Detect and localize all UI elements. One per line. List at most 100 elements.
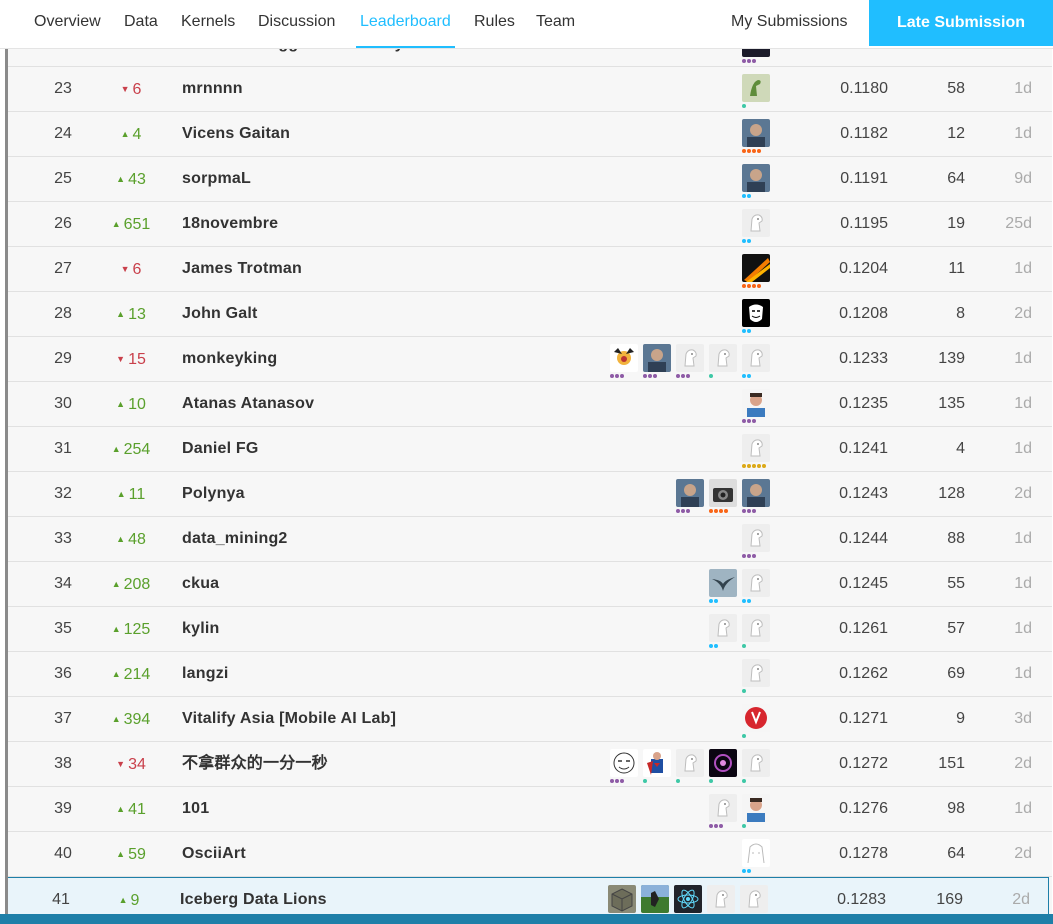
table-row[interactable]: 38 ▼ 34 不拿群众的一分一秒 0.1272 151 2d [8,742,1052,787]
superman-avatar-icon[interactable] [643,749,671,777]
team-name[interactable]: Vicens Gaitan [182,112,290,156]
team-name[interactable]: kylin [182,607,219,651]
camera-avatar-icon[interactable] [709,479,737,507]
bird-flight-avatar-icon[interactable] [709,569,737,597]
entries-cell: 169 [936,891,963,908]
team-name[interactable]: langzi [182,652,229,696]
fire-avatar-icon[interactable] [742,254,770,282]
table-row[interactable]: 32 ▲ 11 Polynya 0.1243 128 2d [8,472,1052,517]
react-avatar-icon[interactable] [674,885,702,913]
sketch-avatar-icon[interactable] [742,839,770,867]
team-name[interactable]: 18novembre [182,202,278,246]
default-avatar-icon[interactable] [742,524,770,552]
photo-avatar-icon[interactable] [742,119,770,147]
default-avatar-icon[interactable] [742,614,770,642]
tab-leaderboard[interactable]: Leaderboard [356,0,455,48]
my-team-row[interactable]: 41 ▲ 9 Iceberg Data Lions 0.1283 169 2d [8,877,1049,914]
default-avatar-icon[interactable] [676,749,704,777]
photo-avatar-icon[interactable] [676,479,704,507]
tab-data[interactable]: Data [124,0,158,48]
table-row[interactable]: 37 ▲ 394 Vitalify Asia [Mobile AI Lab] 0.127… [8,697,1052,742]
tier-dot [686,374,690,378]
tab-rules[interactable]: Rules [474,0,515,48]
photo-avatar-icon[interactable] [742,164,770,192]
tier-dot [742,419,746,423]
tier-dots [742,419,756,423]
table-row[interactable]: 40 ▲ 59 OsciiArt 0.1278 64 2d [8,832,1052,877]
tab-team[interactable]: Team [536,0,575,48]
table-row[interactable]: 34 ▲ 208 ckua 0.1245 55 1d [8,562,1052,607]
team-name[interactable]: mrnnnn [182,67,243,111]
table-row[interactable]: 28 ▲ 13 John Galt 0.1208 8 2d [8,292,1052,337]
team-name[interactable]: Iceberg Data Lions [180,878,327,914]
default-avatar-icon[interactable] [707,885,735,913]
red-logo-avatar-icon[interactable] [742,704,770,732]
tab-overview[interactable]: Overview [34,0,101,48]
team-name[interactable]: Atanas Atanasov [182,382,314,426]
team-name[interactable]: Kudos to Kaggle community [182,48,404,66]
default-avatar-icon[interactable] [742,659,770,687]
rank-cell: 25 [54,170,72,187]
team-name[interactable]: Polynya [182,472,245,516]
tier-dot [724,509,728,513]
entries-cell: 55 [947,575,965,592]
mask-avatar-icon[interactable] [742,299,770,327]
team-name[interactable]: James Trotman [182,247,302,291]
face-avatar-icon[interactable] [742,389,770,417]
soccer-avatar-icon[interactable] [641,885,669,913]
table-row[interactable]: 23 ▼ 6 mrnnnn 0.1180 58 1d [8,67,1052,112]
team-name[interactable]: 101 [182,787,209,831]
tier-dots [676,509,690,513]
table-row[interactable]: 24 ▲ 4 Vicens Gaitan 0.1182 12 1d [8,112,1052,157]
tier-dots [643,779,647,783]
default-avatar-icon[interactable] [742,344,770,372]
tier-dots [742,824,746,828]
table-row[interactable]: 35 ▲ 125 kylin 0.1261 57 1d [8,607,1052,652]
team-name[interactable]: 不拿群众的一分一秒 [182,742,328,786]
cartoon-avatar-icon[interactable] [610,344,638,372]
rank-cell: 40 [54,845,72,862]
default-avatar-icon[interactable] [676,344,704,372]
table-row[interactable]: 30 ▲ 10 Atanas Atanasov 0.1235 135 1d [8,382,1052,427]
last-submission-cell: 9d [1014,170,1032,187]
tab-kernels[interactable]: Kernels [181,0,235,48]
face-avatar-icon[interactable] [742,794,770,822]
default-avatar-icon[interactable] [742,749,770,777]
tab-discussion[interactable]: Discussion [258,0,335,48]
team-name[interactable]: sorpmaL [182,157,251,201]
cube-avatar-icon[interactable] [608,885,636,913]
tier-dots [742,239,751,243]
table-row[interactable]: 36 ▲ 214 langzi 0.1262 69 1d [8,652,1052,697]
late-submission-button[interactable]: Late Submission [869,0,1053,46]
photo-avatar-icon[interactable] [643,344,671,372]
default-avatar-icon[interactable] [742,209,770,237]
team-name[interactable]: data_mining2 [182,517,288,561]
team-name[interactable]: Daniel FG [182,427,258,471]
my-submissions-link[interactable]: My Submissions [731,0,847,48]
galaxy-avatar-icon[interactable] [709,749,737,777]
table-row[interactable]: 27 ▼ 6 James Trotman 0.1204 11 1d [8,247,1052,292]
team-name[interactable]: ckua [182,562,219,606]
dark-avatar-icon[interactable] [742,48,770,57]
photo-avatar-icon[interactable] [742,479,770,507]
default-avatar-icon[interactable] [742,434,770,462]
table-row[interactable]: 39 ▲ 41 101 0.1276 98 1d [8,787,1052,832]
bird-avatar-icon[interactable] [742,74,770,102]
tier-dots [709,824,723,828]
default-avatar-icon[interactable] [709,614,737,642]
team-name[interactable]: OsciiArt [182,832,246,876]
table-row[interactable]: 31 ▲ 254 Daniel FG 0.1241 4 1d [8,427,1052,472]
meme-avatar-icon[interactable] [610,749,638,777]
team-name[interactable]: John Galt [182,292,258,336]
table-row[interactable]: 25 ▲ 43 sorpmaL 0.1191 64 9d [8,157,1052,202]
default-avatar-icon[interactable] [742,569,770,597]
default-avatar-icon[interactable] [740,885,768,913]
table-row[interactable]: 22 ▲5 Kudos to Kaggle community 0.1168 15 2d [8,48,1052,67]
table-row[interactable]: 26 ▲ 651 18novembre 0.1195 19 25d [8,202,1052,247]
team-name[interactable]: Vitalify Asia [Mobile AI Lab] [182,697,396,741]
table-row[interactable]: 29 ▼ 15 monkeyking 0.1233 139 1d [8,337,1052,382]
default-avatar-icon[interactable] [709,794,737,822]
table-row[interactable]: 33 ▲ 48 data_mining2 0.1244 88 1d [8,517,1052,562]
team-name[interactable]: monkeyking [182,337,277,381]
default-avatar-icon[interactable] [709,344,737,372]
